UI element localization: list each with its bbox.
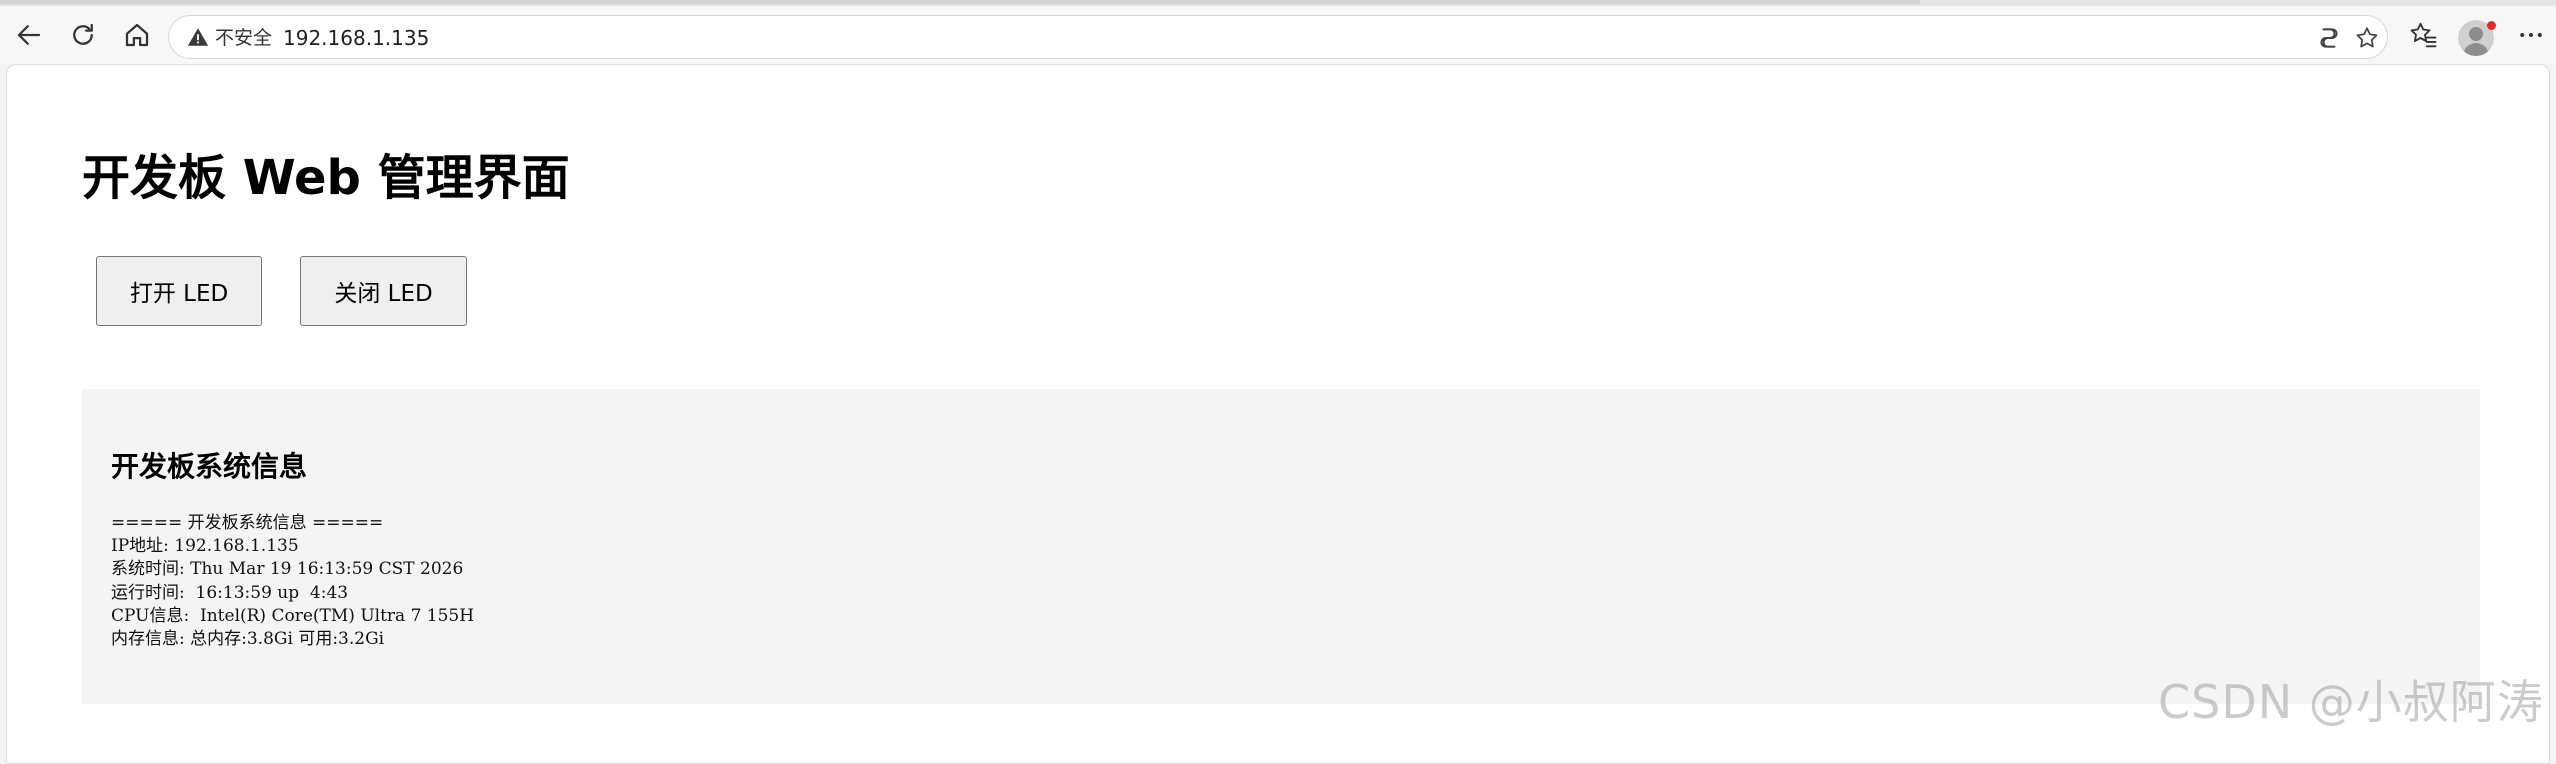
security-status-label[interactable]: 不安全 <box>215 26 272 50</box>
info-line: CPU信息: Intel(R) Core(TM) Ultra 7 155H <box>111 605 475 626</box>
reload-icon <box>73 23 93 45</box>
browser-toolbar: 不安全 192.168.1.135 <box>0 6 2556 64</box>
favorites-button[interactable] <box>2400 12 2446 58</box>
reload-button[interactable] <box>60 12 106 58</box>
tab-strip-segment <box>0 0 1920 4</box>
address-bar[interactable]: 不安全 192.168.1.135 <box>168 15 2388 59</box>
info-line: 系统时间: Thu Mar 19 16:13:59 CST 2026 <box>111 559 464 580</box>
info-line: 内存信息: 总内存:3.8Gi 可用:3.2Gi <box>111 629 385 650</box>
system-info-text: ===== 开发板系统信息 ===== IP地址: 192.168.1.135 系统… <box>111 512 474 651</box>
more-icon <box>2520 33 2542 37</box>
url-text[interactable]: 192.168.1.135 <box>283 26 429 50</box>
watermark: CSDN @小叔阿涛 <box>2158 675 2544 729</box>
system-info-panel: 开发板系统信息 ===== 开发板系统信息 ===== IP地址: 192.168… <box>82 389 2480 704</box>
home-button[interactable] <box>114 12 160 58</box>
star-icon[interactable] <box>2352 23 2382 53</box>
info-line: ===== 开发板系统信息 ===== <box>111 513 384 533</box>
more-menu-button[interactable] <box>2508 12 2554 58</box>
led-on-button[interactable]: 打开 LED <box>96 256 262 326</box>
back-button[interactable] <box>6 12 52 58</box>
system-info-heading: 开发板系统信息 <box>111 450 308 483</box>
info-line: 运行时间: 16:13:59 up 4:43 <box>111 582 349 603</box>
led-off-button[interactable]: 关闭 LED <box>300 256 467 326</box>
avatar-head <box>2469 27 2483 41</box>
favorites-icon <box>2410 22 2437 48</box>
page-title: 开发板 Web 管理界面 <box>82 150 570 206</box>
notification-dot <box>2487 21 2496 30</box>
avatar-body <box>2463 43 2489 56</box>
page-viewport: 开发板 Web 管理界面 打开 LED 关闭 LED 开发板系统信息 =====… <box>6 64 2550 764</box>
info-line: IP地址: 192.168.1.135 <box>111 536 299 557</box>
copilot-icon[interactable] <box>2314 23 2344 53</box>
arrow-left-icon <box>17 25 41 45</box>
warning-icon[interactable] <box>187 26 209 48</box>
home-icon <box>125 23 149 47</box>
